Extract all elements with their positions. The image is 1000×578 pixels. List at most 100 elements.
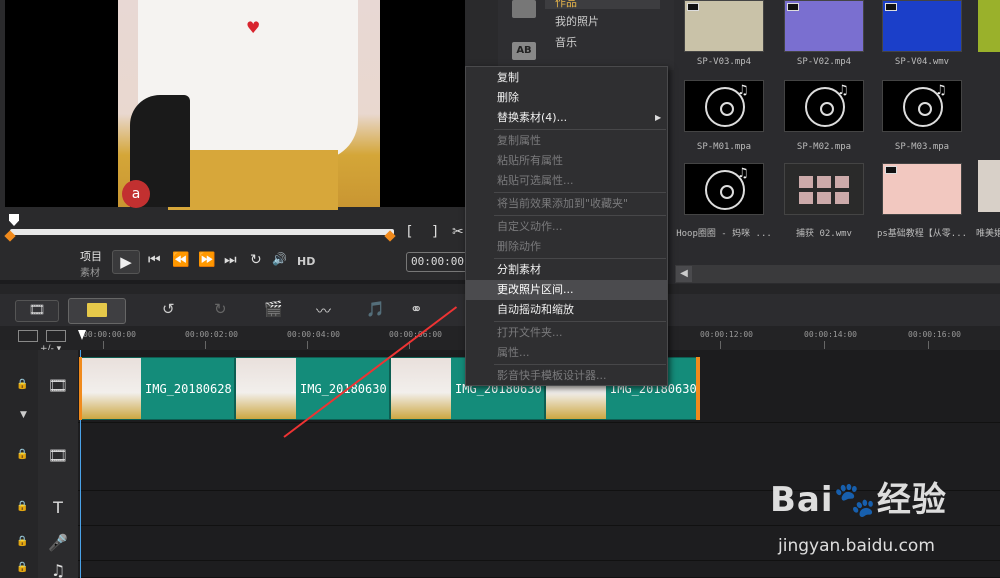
sound-mixer-icon[interactable]: 〰: [316, 300, 331, 321]
thumbnail-label: Hoop圈圈 - 妈咪 ...: [676, 229, 772, 239]
thumbnail-audio[interactable]: ♫: [684, 80, 764, 132]
hd-toggle[interactable]: HD: [297, 255, 315, 268]
video-badge-icon: [787, 3, 799, 11]
mode-clip-label[interactable]: 素材: [80, 264, 100, 279]
video-track-icon[interactable]: 🎞: [38, 376, 78, 395]
clip-label: IMG_20180630: [300, 382, 387, 396]
lock-icon[interactable]: 🔒: [16, 449, 28, 460]
scissors-icon[interactable]: ✂: [452, 224, 464, 240]
timeline-clip[interactable]: IMG_20180628: [80, 357, 235, 420]
music-note-icon: ♫: [837, 83, 849, 98]
lock-icon[interactable]: 🔒: [16, 536, 28, 547]
lock-icon[interactable]: 🔒: [16, 379, 28, 390]
record-capture-icon[interactable]: 🎬: [264, 300, 283, 318]
ruler-tick: [205, 341, 206, 349]
menu-separator: [494, 364, 666, 365]
watermark-logo: Bai🐾经验: [770, 480, 947, 520]
thumbnail-audio[interactable]: ♫: [784, 80, 864, 132]
thumbnail-audio[interactable]: ♫: [684, 163, 764, 215]
mark-out-button[interactable]: ]: [432, 224, 437, 240]
play-button[interactable]: ▶: [112, 250, 140, 274]
ruler-tick: [720, 341, 721, 349]
menu-item: 粘贴所有属性: [497, 154, 563, 167]
library-nav-item-photos[interactable]: 我的照片: [555, 13, 599, 29]
menu-item[interactable]: 替换素材(4)...: [466, 108, 667, 128]
menu-item: 自定义动作...: [497, 220, 563, 233]
auto-music-icon[interactable]: 🎵: [366, 300, 385, 318]
video-badge-icon: [885, 166, 897, 174]
thumbnail-partial-label: 唯美婚: [976, 229, 1000, 239]
voice-track-icon[interactable]: 🎤: [38, 533, 78, 552]
redo-icon[interactable]: ↻: [214, 300, 227, 318]
photo-skirt: [168, 150, 338, 210]
timeline-view-icon: [87, 303, 107, 317]
thumbnail-screen[interactable]: [784, 163, 864, 215]
menu-separator: [494, 321, 666, 322]
thumbnail-video[interactable]: [784, 0, 864, 52]
context-menu: 复制 删除 替换素材(4)... 复制属性 粘贴所有属性 粘贴可选属性... 将当前效果添加…: [465, 66, 668, 386]
go-end-icon[interactable]: ⏭: [224, 252, 237, 268]
thumbnail-video[interactable]: [882, 163, 962, 215]
ruler-label: 00:00:16:00: [908, 330, 961, 339]
music-track[interactable]: [78, 561, 1000, 578]
title-library-icon[interactable]: AB: [512, 42, 536, 60]
menu-item: 将当前效果添加到"收藏夹": [497, 197, 629, 210]
menu-item: 影音快手模板设计器...: [497, 369, 607, 382]
repeat-icon[interactable]: ↻: [250, 252, 262, 268]
clip-trim-right[interactable]: [696, 357, 700, 420]
motion-tracking-icon[interactable]: ⚭: [410, 300, 423, 318]
library-nav-item-works[interactable]: 作品: [555, 0, 577, 10]
menu-item: 复制属性: [497, 134, 541, 147]
video-editor-window: ♥ a [ ] ✂ 项目 素材 ▶ ⏮ ⏪ ⏩ ⏭ ↻ 🔊 HD 00:00:0…: [0, 0, 1000, 578]
menu-item[interactable]: 删除: [466, 88, 667, 108]
volume-icon[interactable]: 🔊: [272, 252, 287, 266]
step-forward-icon[interactable]: ⏩: [198, 252, 215, 268]
ruler-label: 00:00:00:00: [83, 330, 136, 339]
music-track-icon[interactable]: ♫: [38, 561, 78, 578]
thumbnail-video[interactable]: [684, 0, 764, 52]
thumbnail-partial[interactable]: [978, 0, 1000, 52]
thumbnail-audio[interactable]: ♫: [882, 80, 962, 132]
storyboard-view-button[interactable]: 🎞: [15, 300, 59, 322]
menu-item[interactable]: 更改照片区间...: [466, 280, 667, 300]
screen-tile: [817, 192, 831, 204]
mode-project-label[interactable]: 项目: [80, 248, 102, 264]
watermark-url: jingyan.baidu.com: [778, 536, 935, 556]
thumbnail-label: 捕获 02.wmv: [796, 229, 852, 239]
preview-scrubber[interactable]: [10, 229, 394, 235]
track-manager-icon[interactable]: [18, 330, 38, 342]
clip-trim-left[interactable]: [79, 357, 82, 420]
lock-icon[interactable]: 🔒: [16, 562, 28, 573]
go-start-icon[interactable]: ⏮: [148, 252, 161, 268]
overlay-track-icon[interactable]: 🎞: [38, 446, 78, 465]
scroll-left-button[interactable]: ◀: [676, 266, 692, 282]
thumbnail-video[interactable]: [882, 0, 962, 52]
menu-separator: [494, 215, 666, 216]
clip-label: IMG_20180628: [145, 382, 232, 396]
media-library-icon[interactable]: [512, 0, 536, 18]
photo-chair-logo: a: [122, 180, 150, 208]
library-nav-item-music[interactable]: 音乐: [555, 34, 577, 50]
lock-icon[interactable]: 🔒: [16, 501, 28, 512]
menu-item[interactable]: 分割素材: [466, 260, 667, 280]
undo-icon[interactable]: ↺: [162, 300, 175, 318]
mark-in-button[interactable]: [: [407, 224, 412, 240]
clip-thumbnail: [236, 358, 296, 419]
chapter-point-icon[interactable]: [46, 330, 66, 342]
menu-separator: [494, 129, 666, 130]
clip-thumbnail: [391, 358, 451, 419]
menu-item[interactable]: 自动摇动和缩放: [466, 300, 667, 320]
timeline-clip[interactable]: IMG_20180630: [235, 357, 390, 420]
title-track-icon[interactable]: T: [38, 498, 78, 517]
library-horizontal-scrollbar[interactable]: [675, 265, 1000, 283]
expand-track-icon[interactable]: ▼: [20, 410, 27, 420]
screen-tile: [835, 176, 849, 188]
music-note-icon: ♫: [935, 83, 947, 98]
thumbnail-partial-2[interactable]: [978, 160, 1000, 212]
heart-icon: ♥: [246, 18, 261, 37]
menu-item: 打开文件夹...: [497, 326, 563, 339]
step-back-icon[interactable]: ⏪: [172, 252, 189, 268]
menu-item[interactable]: 复制: [466, 68, 667, 88]
timecode-field[interactable]: 00:00:00: [406, 252, 468, 272]
submenu-arrow-icon: ▶: [655, 113, 662, 122]
